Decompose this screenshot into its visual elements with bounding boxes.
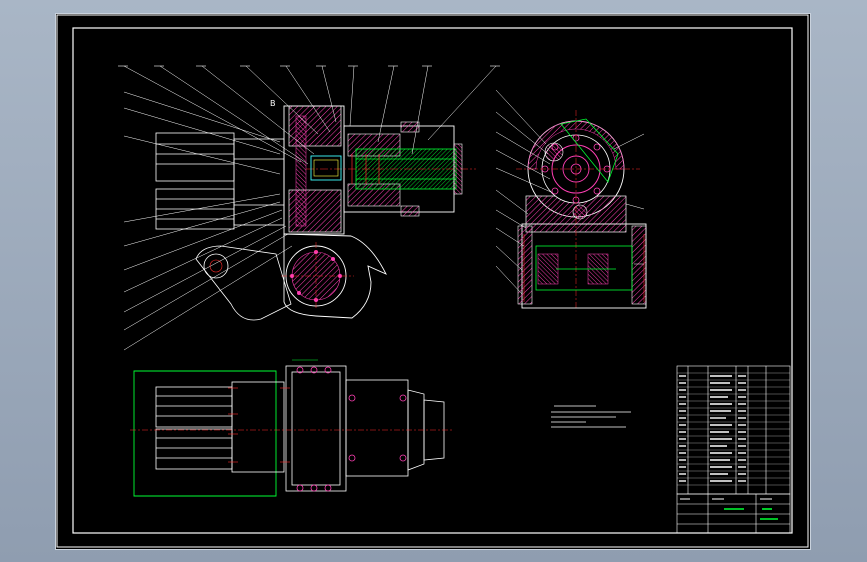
leader-lines-left	[123, 91, 293, 351]
cad-viewport[interactable]: B	[55, 13, 811, 550]
plan-view	[130, 359, 452, 497]
section-label: B	[270, 99, 276, 108]
parts-list-rows	[677, 372, 790, 486]
title-block-text	[680, 498, 778, 520]
title-block	[676, 493, 791, 534]
technical-notes	[551, 405, 631, 428]
assembly-drawing: B	[56, 14, 809, 548]
inner-border	[72, 27, 793, 534]
outer-border	[56, 14, 809, 548]
side-view	[516, 110, 647, 310]
parts-list	[676, 365, 791, 495]
